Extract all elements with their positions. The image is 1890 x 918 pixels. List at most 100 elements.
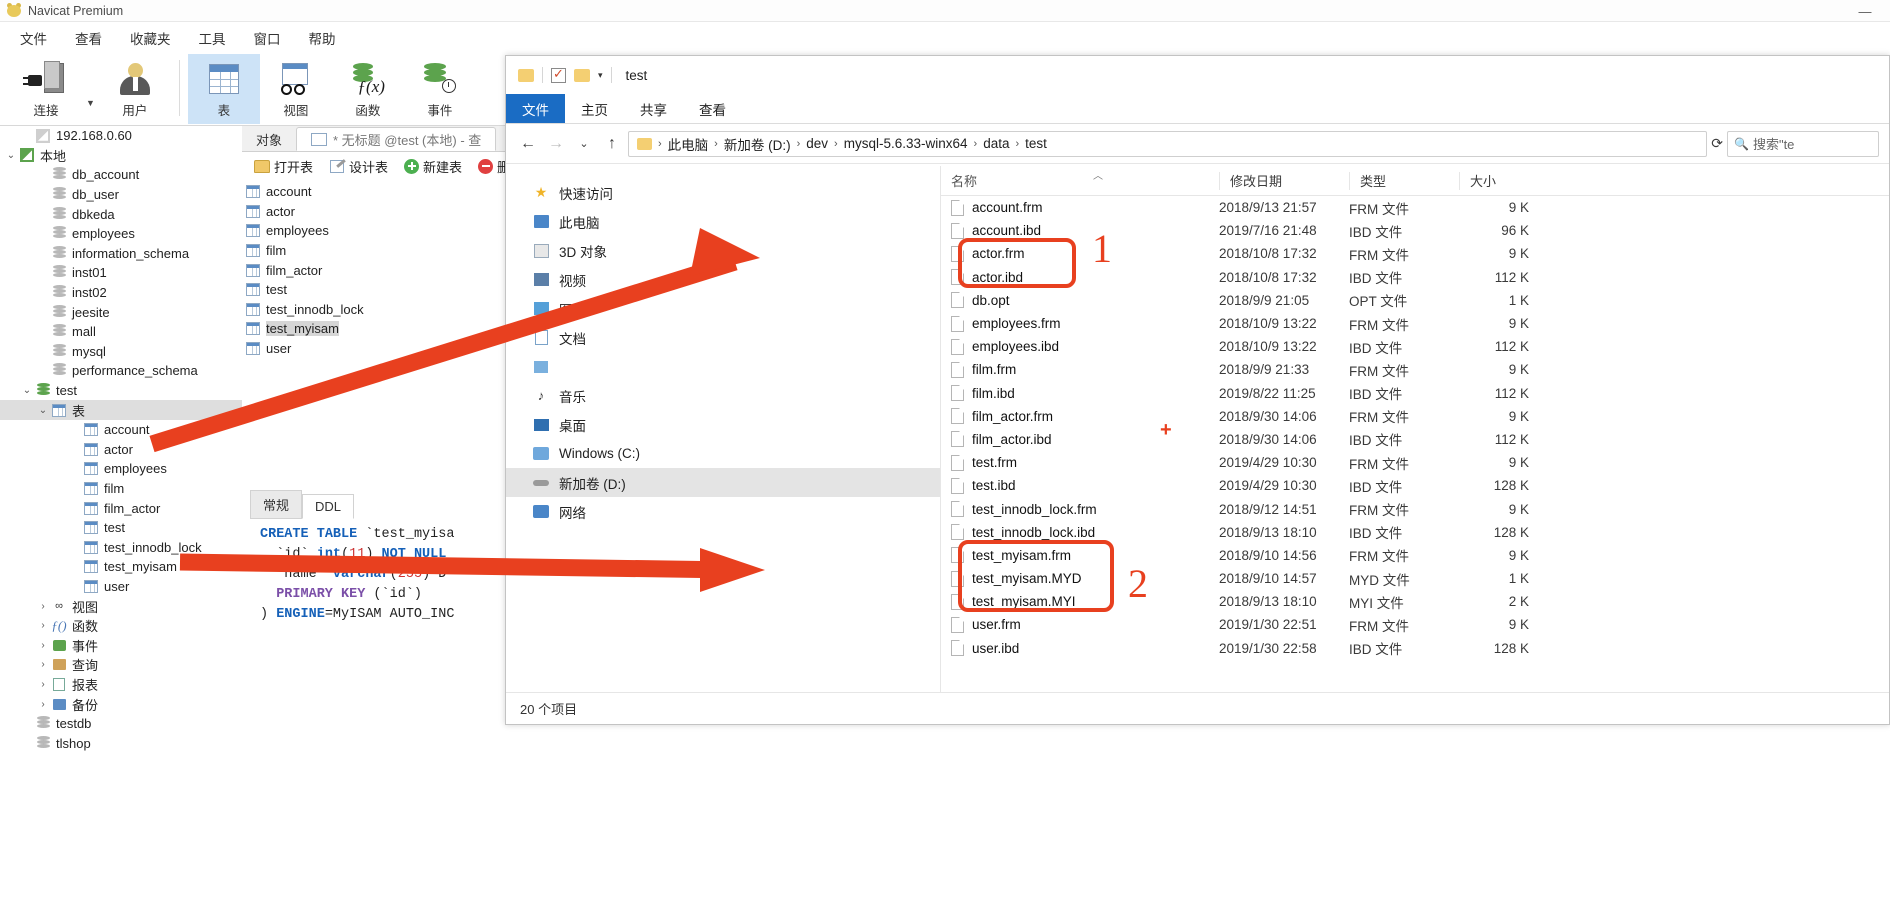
menu-window[interactable]: 窗口 bbox=[240, 25, 295, 51]
nav-item-文档[interactable]: 文档 bbox=[506, 323, 940, 352]
tree-item-testdb[interactable]: testdb bbox=[0, 714, 242, 734]
nav-item-视频[interactable]: 视频 bbox=[506, 265, 940, 294]
ribbon-view-button[interactable]: 视图 bbox=[260, 54, 332, 124]
tree-item-employees[interactable]: employees bbox=[0, 459, 242, 479]
menu-help[interactable]: 帮助 bbox=[295, 25, 350, 51]
object-row[interactable]: employees bbox=[246, 221, 364, 241]
object-row[interactable]: film_actor bbox=[246, 260, 364, 280]
tree-item-报表[interactable]: › 报表 bbox=[0, 675, 242, 695]
column-header-type[interactable]: 类型 bbox=[1349, 171, 1459, 190]
chevron-down-icon[interactable]: ⌄ bbox=[572, 132, 596, 156]
refresh-icon[interactable]: ⟳ bbox=[1711, 135, 1723, 152]
object-list[interactable]: account actor employees film film_actor test t… bbox=[246, 182, 364, 358]
tree-item-mysql[interactable]: mysql bbox=[0, 342, 242, 362]
object-row[interactable]: film bbox=[246, 241, 364, 261]
tree-item-查询[interactable]: › 查询 bbox=[0, 655, 242, 675]
tree-item-employees[interactable]: employees bbox=[0, 224, 242, 244]
breadcrumb-segment[interactable]: 此电脑 bbox=[668, 134, 709, 154]
minimize-button[interactable]: — bbox=[1850, 2, 1880, 20]
navigation-tree[interactable]: 192.168.0.60 ⌄ 本地 db_account db_user dbkeda em… bbox=[0, 126, 242, 918]
file-row[interactable]: db.opt 2018/9/9 21:05 OPT 文件 1 K bbox=[941, 289, 1889, 312]
file-row[interactable]: test.ibd 2019/4/29 10:30 IBD 文件 128 K bbox=[941, 474, 1889, 497]
nav-item-网络[interactable]: 网络 bbox=[506, 497, 940, 526]
file-row[interactable]: user.ibd 2019/1/30 22:58 IBD 文件 128 K bbox=[941, 637, 1889, 660]
ribbon-user-button[interactable]: 用户 bbox=[99, 54, 171, 124]
file-row[interactable]: employees.ibd 2018/10/9 13:22 IBD 文件 112 K bbox=[941, 335, 1889, 358]
tree-item-test_innodb_lock[interactable]: test_innodb_lock bbox=[0, 537, 242, 557]
tab-query-editor[interactable]: * 无标题 @test (本地) - 查 bbox=[296, 127, 497, 151]
breadcrumb-segment[interactable]: mysql-5.6.33-winx64 bbox=[844, 136, 968, 151]
tree-item-函数[interactable]: › ƒ() 函数 bbox=[0, 616, 242, 636]
column-header-date[interactable]: 修改日期 bbox=[1219, 171, 1349, 190]
ribbon-connection-button[interactable]: 连接 bbox=[10, 54, 82, 124]
object-row[interactable]: test_innodb_lock bbox=[246, 300, 364, 320]
tree-item-本地[interactable]: ⌄ 本地 bbox=[0, 146, 242, 166]
tree-item-db_user[interactable]: db_user bbox=[0, 185, 242, 205]
search-input[interactable]: 🔍 搜索"te bbox=[1727, 130, 1879, 157]
breadcrumb-segment[interactable]: 新加卷 (D:) bbox=[724, 134, 791, 154]
new-table-button[interactable]: 新建表 bbox=[398, 155, 468, 178]
tree-item-事件[interactable]: › 事件 bbox=[0, 635, 242, 655]
tab-ddl[interactable]: DDL bbox=[302, 494, 355, 519]
arrow-up-icon[interactable]: ↑ bbox=[600, 132, 624, 156]
menu-favorites[interactable]: 收藏夹 bbox=[116, 25, 185, 51]
nav-item-download-icon[interactable] bbox=[506, 352, 940, 381]
customize-chevron-icon[interactable]: ▾ bbox=[598, 70, 603, 81]
tree-item-192.168.0.60[interactable]: 192.168.0.60 bbox=[0, 126, 242, 146]
object-row[interactable]: account bbox=[246, 182, 364, 202]
menu-view[interactable]: 查看 bbox=[61, 25, 116, 51]
connection-dropdown-icon[interactable]: ▼ bbox=[86, 72, 95, 108]
ribbon-tab-share[interactable]: 共享 bbox=[624, 94, 683, 123]
tree-item-视图[interactable]: › ∞ 视图 bbox=[0, 596, 242, 616]
ribbon-table-button[interactable]: 表 bbox=[187, 54, 260, 124]
column-header-size[interactable]: 大小 bbox=[1459, 171, 1529, 190]
tree-item-db_account[interactable]: db_account bbox=[0, 165, 242, 185]
file-row[interactable]: user.frm 2019/1/30 22:51 FRM 文件 9 K bbox=[941, 613, 1889, 636]
file-row[interactable]: employees.frm 2018/10/9 13:22 FRM 文件 9 K bbox=[941, 312, 1889, 335]
nav-item-Windows (C:)[interactable]: Windows (C:) bbox=[506, 439, 940, 468]
arrow-left-icon[interactable]: ← bbox=[516, 132, 540, 156]
object-row[interactable]: user bbox=[246, 339, 364, 359]
tree-item-test_myisam[interactable]: test_myisam bbox=[0, 557, 242, 577]
tree-item-user[interactable]: user bbox=[0, 577, 242, 597]
breadcrumb-segment[interactable]: dev bbox=[806, 136, 828, 151]
file-row[interactable]: film.ibd 2019/8/22 11:25 IBD 文件 112 K bbox=[941, 382, 1889, 405]
breadcrumb[interactable]: › 此电脑 › 新加卷 (D:) › dev › mysql-5.6.33-winx64 › da… bbox=[628, 130, 1708, 157]
object-row[interactable]: actor bbox=[246, 202, 364, 222]
tree-item-jeesite[interactable]: jeesite bbox=[0, 302, 242, 322]
ddl-code-view[interactable]: CREATE TABLE `test_myisa `id` int(11) NO… bbox=[250, 519, 512, 625]
new-folder-icon[interactable] bbox=[574, 68, 590, 82]
chevron-right-icon[interactable]: › bbox=[36, 601, 50, 612]
file-row[interactable]: account.ibd 2019/7/16 21:48 IBD 文件 96 K bbox=[941, 219, 1889, 242]
ribbon-function-button[interactable]: ƒ(x) 函数 bbox=[332, 54, 404, 124]
file-row[interactable]: film.frm 2018/9/9 21:33 FRM 文件 9 K bbox=[941, 358, 1889, 381]
chevron-right-icon[interactable]: › bbox=[36, 659, 50, 670]
nav-item-3D 对象[interactable]: 3D 对象 bbox=[506, 236, 940, 265]
tree-item-表[interactable]: ⌄ 表 bbox=[0, 400, 242, 420]
tree-item-inst02[interactable]: inst02 bbox=[0, 283, 242, 303]
chevron-right-icon[interactable]: › bbox=[36, 640, 50, 651]
ribbon-tab-view[interactable]: 查看 bbox=[683, 94, 742, 123]
file-row[interactable]: account.frm 2018/9/13 21:57 FRM 文件 9 K bbox=[941, 196, 1889, 219]
file-row[interactable]: film_actor.ibd 2018/9/30 14:06 IBD 文件 112 K bbox=[941, 428, 1889, 451]
tree-item-mall[interactable]: mall bbox=[0, 322, 242, 342]
tree-item-inst01[interactable]: inst01 bbox=[0, 263, 242, 283]
open-table-button[interactable]: 打开表 bbox=[248, 155, 319, 178]
nav-item-桌面[interactable]: 桌面 bbox=[506, 410, 940, 439]
arrow-right-icon[interactable]: → bbox=[544, 132, 568, 156]
tree-item-account[interactable]: account bbox=[0, 420, 242, 440]
chevron-right-icon[interactable]: › bbox=[36, 679, 50, 690]
breadcrumb-segment[interactable]: data bbox=[983, 136, 1009, 151]
file-row[interactable]: test.frm 2019/4/29 10:30 FRM 文件 9 K bbox=[941, 451, 1889, 474]
breadcrumb-segment[interactable]: test bbox=[1025, 136, 1047, 151]
nav-item-此电脑[interactable]: 此电脑 bbox=[506, 207, 940, 236]
chevron-down-icon[interactable]: ⌄ bbox=[20, 385, 34, 396]
tree-item-dbkeda[interactable]: dbkeda bbox=[0, 204, 242, 224]
file-row[interactable]: actor.frm 2018/10/8 17:32 FRM 文件 9 K bbox=[941, 242, 1889, 265]
tab-general[interactable]: 常规 bbox=[250, 490, 303, 519]
tab-objects[interactable]: 对象 bbox=[242, 127, 296, 151]
tree-item-actor[interactable]: actor bbox=[0, 440, 242, 460]
tree-item-tlshop[interactable]: tlshop bbox=[0, 733, 242, 753]
chevron-down-icon[interactable]: ⌄ bbox=[36, 405, 50, 416]
chevron-right-icon[interactable]: › bbox=[36, 620, 50, 631]
